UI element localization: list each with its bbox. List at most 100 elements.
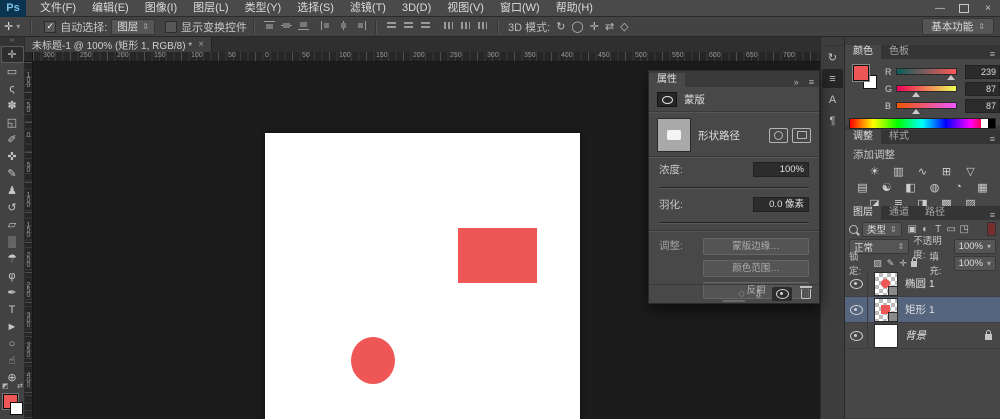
clone-stamp-tool[interactable]: ♟: [1, 182, 24, 199]
auto-select-target-dropdown[interactable]: 图层 ⇕: [111, 18, 155, 35]
paragraph-panel-icon[interactable]: ¶: [822, 111, 843, 130]
tab-swatches[interactable]: 色板: [881, 45, 917, 59]
brush-tool[interactable]: ✎: [1, 165, 24, 182]
layer-thumbnail[interactable]: [874, 323, 898, 348]
layer-filter-type-dropdown[interactable]: 类型 ⇕: [862, 221, 902, 237]
history-brush-tool[interactable]: ↺: [1, 199, 24, 216]
restore-button[interactable]: [952, 1, 976, 16]
tab-layers[interactable]: 图层: [845, 206, 881, 220]
hue-saturation-icon[interactable]: ▤: [854, 180, 871, 194]
slider-thumb[interactable]: [947, 75, 956, 80]
exposure-icon[interactable]: ⊞: [938, 164, 955, 178]
panel-menu-icon[interactable]: ≡: [804, 77, 819, 87]
density-slider[interactable]: [659, 184, 809, 191]
tab-paths[interactable]: 路径: [917, 206, 953, 220]
menu-image[interactable]: 图像(I): [137, 0, 185, 17]
minimize-button[interactable]: —: [928, 1, 952, 16]
menu-window[interactable]: 窗口(W): [492, 0, 548, 17]
rectangular-marquee-tool[interactable]: ▭: [1, 63, 24, 80]
distribute-left-icon[interactable]: [442, 20, 455, 31]
orbit-3d-icon[interactable]: ↻: [556, 21, 565, 33]
auto-select-checkbox[interactable]: ✓: [44, 20, 57, 33]
close-button[interactable]: ×: [976, 1, 1000, 16]
slider-thumb[interactable]: [912, 92, 921, 97]
align-right-edges-icon[interactable]: [354, 20, 367, 31]
dock-grip[interactable]: [821, 37, 844, 46]
layer-filter-toggle[interactable]: [987, 222, 996, 236]
color-spectrum-ramp[interactable]: [849, 118, 996, 129]
toolbox-collapse-handle[interactable]: ‹‹: [0, 37, 24, 46]
menu-view[interactable]: 视图(V): [439, 0, 492, 17]
align-vertical-centers-icon[interactable]: [280, 20, 293, 31]
levels-icon[interactable]: ▥: [890, 164, 907, 178]
hand-tool[interactable]: ☝: [1, 352, 24, 369]
menu-select[interactable]: 选择(S): [289, 0, 342, 17]
menu-file[interactable]: 文件(F): [32, 0, 84, 17]
move-tool[interactable]: ✛: [0, 46, 24, 63]
swap-colors-icon[interactable]: ⇄: [17, 382, 23, 390]
pan-3d-icon[interactable]: ✛: [590, 21, 599, 33]
document-tab[interactable]: 未标题-1 @ 100% (矩形 1, RGB/8) * ×: [25, 37, 213, 52]
lock-all-icon[interactable]: [910, 257, 918, 267]
eraser-tool[interactable]: ▱: [1, 216, 24, 233]
panel-menu-icon[interactable]: ≡: [985, 49, 1000, 59]
ellipse-tool[interactable]: ○: [1, 335, 24, 352]
lock-position-icon[interactable]: ✛: [899, 258, 907, 269]
tab-properties[interactable]: 属性: [649, 73, 685, 87]
add-vector-mask-icon[interactable]: [792, 127, 811, 143]
distribute-right-icon[interactable]: [476, 20, 489, 31]
layer-visibility-cell[interactable]: [845, 297, 868, 322]
crop-tool[interactable]: ◱: [1, 114, 24, 131]
red-ellipse-shape[interactable]: [351, 337, 395, 384]
channel-slider[interactable]: [895, 85, 958, 97]
pen-tool[interactable]: ✒: [1, 284, 24, 301]
menu-help[interactable]: 帮助(H): [548, 0, 601, 17]
layer-row[interactable]: 背景: [845, 323, 1000, 349]
fill-value[interactable]: 100% ▾: [953, 255, 996, 271]
blur-tool[interactable]: ☂: [1, 250, 24, 267]
type-tool[interactable]: T: [1, 301, 24, 318]
align-top-edges-icon[interactable]: [263, 20, 276, 31]
red-rectangle-shape[interactable]: [458, 228, 537, 283]
menu-layer[interactable]: 图层(L): [185, 0, 236, 17]
layer-thumbnail[interactable]: [874, 271, 898, 296]
slide-3d-icon[interactable]: ⇄: [605, 21, 614, 33]
channel-value[interactable]: 239: [965, 64, 1000, 79]
add-pixel-mask-icon[interactable]: [769, 127, 788, 143]
collapse-panel-icon[interactable]: »: [789, 77, 804, 87]
feather-slider[interactable]: [659, 219, 809, 226]
color-range-button[interactable]: 颜色范围…: [703, 260, 809, 277]
ruler-origin-box[interactable]: [25, 52, 33, 62]
dodge-tool[interactable]: φ: [1, 267, 24, 284]
character-panel-icon[interactable]: A: [822, 90, 843, 109]
photo-filter-icon[interactable]: ◍: [926, 180, 943, 194]
channel-slider[interactable]: [895, 102, 958, 114]
black-white-icon[interactable]: ◧: [902, 180, 919, 194]
menu-3d[interactable]: 3D(D): [394, 0, 439, 17]
delete-mask-icon[interactable]: [800, 286, 812, 299]
distribute-vcenter-icon[interactable]: [402, 20, 415, 31]
gradient-tool[interactable]: ▒: [1, 233, 24, 250]
slider-thumb[interactable]: [912, 109, 921, 114]
curves-icon[interactable]: ∿: [914, 164, 931, 178]
density-value[interactable]: 100%: [753, 162, 809, 177]
panel-menu-icon[interactable]: ≡: [985, 210, 1000, 220]
apply-mask-icon[interactable]: ⇩: [754, 288, 763, 301]
path-selection-tool[interactable]: ►: [1, 318, 24, 335]
align-bottom-edges-icon[interactable]: [297, 20, 310, 31]
panel-resize-handle[interactable]: [723, 300, 745, 302]
lasso-tool[interactable]: ς: [1, 80, 24, 97]
vertical-ruler[interactable]: 100 50 0 50 100 150 200 250 300 350 400: [25, 62, 33, 419]
document-close-icon[interactable]: ×: [198, 39, 204, 50]
distribute-hcenter-icon[interactable]: [459, 20, 472, 31]
menu-filter[interactable]: 滤镜(T): [342, 0, 394, 17]
vibrance-icon[interactable]: ▽: [962, 164, 979, 178]
show-transform-checkbox[interactable]: [165, 20, 177, 33]
load-selection-from-mask-icon[interactable]: ◌: [738, 288, 745, 300]
lock-transparent-pixels-icon[interactable]: ▨: [873, 258, 882, 269]
layer-visibility-cell[interactable]: [845, 271, 868, 296]
tab-channels[interactable]: 通道: [881, 206, 917, 220]
scale-3d-icon[interactable]: ◇: [620, 21, 628, 33]
panel-menu-icon[interactable]: ≡: [985, 134, 1000, 144]
layer-row[interactable]: 矩形 1: [845, 297, 1000, 323]
